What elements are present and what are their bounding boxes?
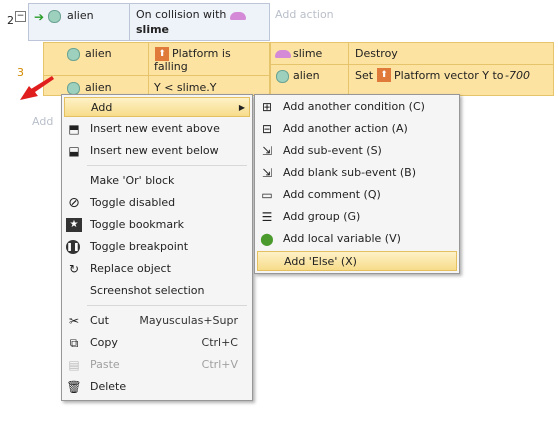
condition-parameter: slime bbox=[136, 23, 170, 36]
menu-item-screenshot-selection[interactable]: Screenshot selection bbox=[64, 281, 250, 301]
trash-icon: 🗑 bbox=[66, 380, 82, 394]
condition-text-continued: falling bbox=[154, 60, 188, 73]
submenu-item-add-comment[interactable]: ▭ Add comment (Q) bbox=[257, 185, 457, 205]
condition-object-name: alien bbox=[85, 81, 112, 94]
cut-shortcut: Mayusculas+Supr bbox=[139, 314, 238, 327]
copy-icon: ⧉ bbox=[69, 336, 79, 350]
add-submenu: ⊞ Add another condition (C) ⊟ Add anothe… bbox=[254, 94, 460, 274]
red-arrow-icon bbox=[20, 76, 54, 100]
slime-icon bbox=[230, 12, 246, 20]
submenu-item-add-sub-event[interactable]: ⇲ Add sub-event (S) bbox=[257, 141, 457, 161]
menu-item-cut[interactable]: ✂ Cut Mayusculas+Supr bbox=[64, 311, 250, 331]
submenu-item-add-blank-sub-event[interactable]: ⇲ Add blank sub-event (B) bbox=[257, 163, 457, 183]
condition-text: On collision with bbox=[136, 8, 227, 21]
menu-item-insert-above[interactable]: ⬒ Insert new event above bbox=[64, 119, 250, 139]
menu-item-delete[interactable]: 🗑 Delete bbox=[64, 377, 250, 397]
action-object-name: alien bbox=[293, 69, 320, 82]
menu-item-add[interactable]: Add ▶ bbox=[64, 97, 250, 117]
event-block[interactable]: ➔ alien On collision with slime bbox=[28, 3, 270, 41]
action-text: Destroy bbox=[355, 47, 398, 60]
sub-event-actions[interactable]: slime Destroy alien Set ⬆ Platform vecto… bbox=[270, 42, 554, 96]
alien-icon bbox=[67, 48, 80, 61]
action-object-name: slime bbox=[293, 47, 323, 60]
comment-icon: ▭ bbox=[261, 188, 273, 202]
menu-item-toggle-disabled[interactable]: ⊘ Toggle disabled bbox=[64, 193, 250, 213]
submenu-item-add-local-variable[interactable]: ⬤ Add local variable (V) bbox=[257, 229, 457, 249]
sub-event-icon: ⇲ bbox=[261, 144, 273, 158]
submenu-item-add-else[interactable]: Add 'Else' (X) bbox=[257, 251, 457, 271]
event-row-number: 2 bbox=[7, 14, 14, 27]
blank-sub-event-icon: ⇲ bbox=[261, 166, 273, 180]
condition-text: Platform is bbox=[172, 47, 231, 60]
insert-above-icon: ⬒ bbox=[68, 122, 80, 136]
submenu-item-add-group[interactable]: ☰ Add group (G) bbox=[257, 207, 457, 227]
action-text: Platform vector Y to bbox=[394, 69, 504, 82]
alien-icon bbox=[48, 10, 61, 23]
replace-icon: ↻ bbox=[68, 262, 80, 276]
slime-icon bbox=[275, 50, 291, 58]
add-event-link[interactable]: Add bbox=[32, 115, 53, 128]
condition-description[interactable]: On collision with slime bbox=[130, 4, 268, 40]
menu-item-make-or-block[interactable]: Make 'Or' block bbox=[64, 171, 250, 191]
breakpoint-icon: ❚❚ bbox=[66, 240, 80, 254]
green-arrow-icon: ➔ bbox=[34, 10, 45, 24]
action-text: Set bbox=[355, 69, 374, 82]
collapse-icon[interactable]: − bbox=[15, 11, 26, 22]
menu-item-copy[interactable]: ⧉ Copy Ctrl+C bbox=[64, 333, 250, 353]
platform-behavior-icon: ⬆ bbox=[377, 68, 391, 82]
menu-item-paste[interactable]: ▤ Paste Ctrl+V bbox=[64, 355, 250, 375]
condition-text: Y < slime.Y bbox=[154, 81, 217, 94]
submenu-item-add-action[interactable]: ⊟ Add another action (A) bbox=[257, 119, 457, 139]
add-action-icon: ⊟ bbox=[261, 122, 273, 136]
local-variable-icon: ⬤ bbox=[260, 232, 274, 246]
scissors-icon: ✂ bbox=[68, 314, 80, 328]
menu-item-toggle-bookmark[interactable]: ★ Toggle bookmark bbox=[64, 215, 250, 235]
menu-item-replace-object[interactable]: ↻ Replace object bbox=[64, 259, 250, 279]
platform-behavior-icon: ⬆ bbox=[155, 47, 169, 61]
event-condition[interactable]: ➔ alien bbox=[29, 4, 130, 40]
paste-icon: ▤ bbox=[68, 358, 80, 372]
disabled-icon: ⊘ bbox=[68, 195, 80, 211]
bookmark-icon: ★ bbox=[66, 218, 82, 232]
action-value: -700 bbox=[505, 69, 530, 82]
insert-below-icon: ⬓ bbox=[68, 144, 80, 158]
context-menu: Add ▶ ⬒ Insert new event above ⬓ Insert … bbox=[61, 94, 253, 401]
sub-event-conditions[interactable]: alien ⬆ Platform is falling alien Y < sl… bbox=[43, 42, 270, 96]
copy-shortcut: Ctrl+C bbox=[201, 336, 238, 349]
paste-shortcut: Ctrl+V bbox=[201, 358, 238, 371]
add-action-link[interactable]: Add action bbox=[275, 8, 334, 21]
submenu-item-add-condition[interactable]: ⊞ Add another condition (C) bbox=[257, 97, 457, 117]
menu-item-toggle-breakpoint[interactable]: ❚❚ Toggle breakpoint bbox=[64, 237, 250, 257]
alien-icon bbox=[276, 70, 289, 83]
menu-item-insert-below[interactable]: ⬓ Insert new event below bbox=[64, 141, 250, 161]
group-icon: ☰ bbox=[261, 210, 273, 224]
add-condition-icon: ⊞ bbox=[261, 100, 273, 114]
submenu-arrow-icon: ▶ bbox=[238, 103, 245, 112]
condition-object-name: alien bbox=[67, 9, 94, 22]
condition-object-name: alien bbox=[85, 47, 112, 60]
